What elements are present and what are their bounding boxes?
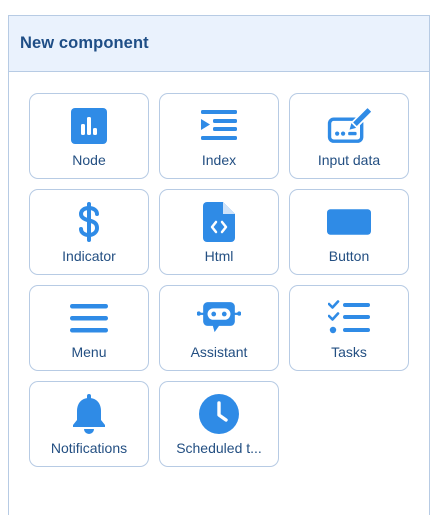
- clock-icon: [197, 392, 241, 436]
- button-icon: [327, 200, 371, 244]
- component-tile-node[interactable]: Node: [29, 93, 149, 179]
- component-tile-assistant[interactable]: Assistant: [159, 285, 279, 371]
- component-grid: Node Index Input data Indicator Html But…: [29, 93, 409, 467]
- component-label: Html: [204, 248, 234, 264]
- component-label: Assistant: [190, 344, 248, 360]
- input-data-icon: [327, 104, 371, 148]
- component-label: Indicator: [62, 248, 116, 264]
- new-component-panel: New component Node Index Input data Indi…: [8, 15, 430, 515]
- bar-chart-icon: [67, 104, 111, 148]
- component-label: Input data: [317, 152, 381, 168]
- component-tile-index[interactable]: Index: [159, 93, 279, 179]
- component-tile-indicator[interactable]: Indicator: [29, 189, 149, 275]
- index-list-icon: [197, 104, 241, 148]
- hamburger-menu-icon: [67, 296, 111, 340]
- component-tile-scheduled[interactable]: Scheduled t...: [159, 381, 279, 467]
- component-tile-menu[interactable]: Menu: [29, 285, 149, 371]
- panel-header: New component: [9, 16, 429, 72]
- code-file-icon: [197, 200, 241, 244]
- component-label: Tasks: [331, 344, 367, 360]
- component-label: Notifications: [50, 440, 128, 456]
- component-label: Node: [72, 152, 106, 168]
- component-tile-html[interactable]: Html: [159, 189, 279, 275]
- task-list-icon: [327, 296, 371, 340]
- component-label: Scheduled t...: [176, 440, 262, 456]
- dollar-icon: [67, 200, 111, 244]
- component-tile-input-data[interactable]: Input data: [289, 93, 409, 179]
- robot-icon: [197, 296, 241, 340]
- component-label: Index: [201, 152, 237, 168]
- component-tile-tasks[interactable]: Tasks: [289, 285, 409, 371]
- component-tile-button[interactable]: Button: [289, 189, 409, 275]
- panel-title: New component: [20, 34, 149, 52]
- component-label: Button: [328, 248, 370, 264]
- bell-icon: [67, 392, 111, 436]
- component-tile-notifications[interactable]: Notifications: [29, 381, 149, 467]
- component-label: Menu: [71, 344, 107, 360]
